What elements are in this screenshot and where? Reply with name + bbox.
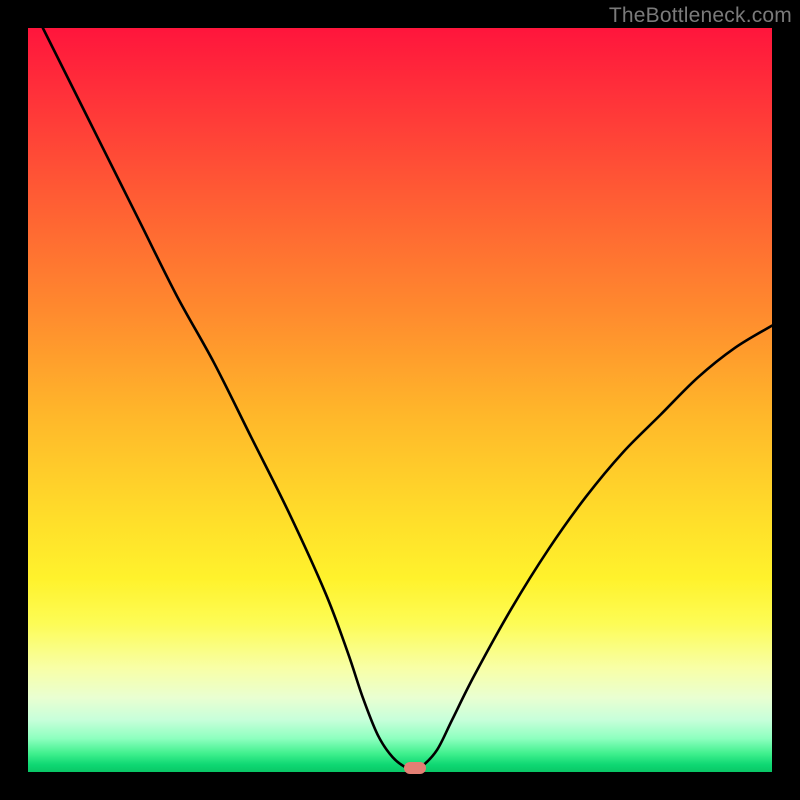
bottleneck-curve xyxy=(28,28,772,772)
chart-frame: TheBottleneck.com xyxy=(0,0,800,800)
optimum-marker xyxy=(404,762,426,774)
watermark-text: TheBottleneck.com xyxy=(609,4,792,28)
chart-plot-area xyxy=(28,28,772,772)
